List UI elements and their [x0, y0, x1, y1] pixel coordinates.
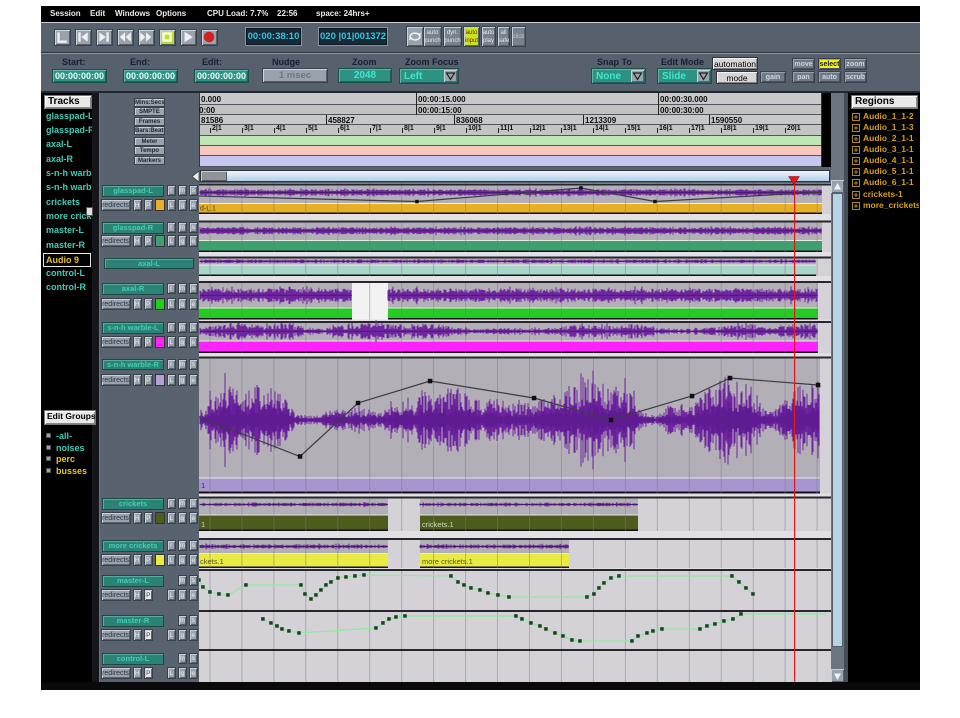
svg-text:ckets.1: ckets.1	[200, 557, 224, 566]
svg-text:crickets.1: crickets.1	[422, 520, 454, 529]
svg-text:more crickets.1: more crickets.1	[422, 557, 473, 566]
svg-text:d-L.1: d-L.1	[200, 206, 216, 213]
svg-text:1: 1	[201, 520, 205, 529]
svg-text:1: 1	[201, 481, 205, 490]
